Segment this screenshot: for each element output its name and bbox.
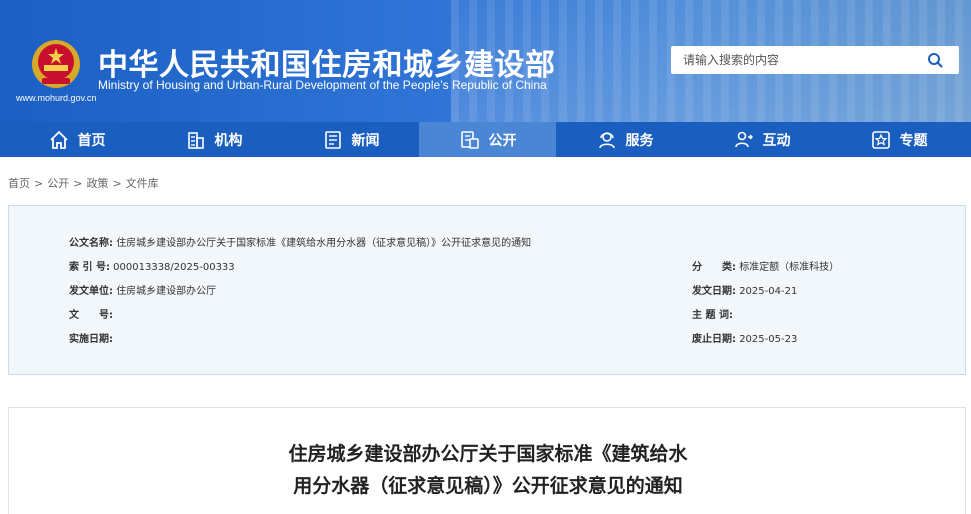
site-subtitle: Ministry of Housing and Urban-Rural Deve…	[98, 78, 547, 92]
meta-issuer: 发文单位: 住房城乡建设部办公厅	[69, 282, 216, 297]
breadcrumb-home[interactable]: 首页	[8, 177, 30, 190]
meta-label: 主 题 词:	[692, 310, 733, 321]
search-box	[671, 46, 959, 74]
meta-value: 标准定额（标准科技）	[739, 262, 840, 273]
nav-item-news[interactable]: 新闻	[282, 122, 419, 157]
nav-label: 机构	[214, 132, 243, 149]
meta-label: 发文日期:	[692, 286, 736, 297]
meta-category: 分 类: 标准定额（标准科技）	[692, 258, 839, 273]
nav-label: 首页	[77, 132, 106, 149]
article-container: 住房城乡建设部办公厅关于国家标准《建筑给水 用分水器（征求意见稿）》公开征求意见…	[8, 407, 966, 514]
meta-label: 实施日期:	[69, 334, 113, 345]
meta-issue-date: 发文日期: 2025-04-21	[692, 282, 797, 297]
site-url: www.mohurd.gov.cn	[16, 93, 97, 103]
meta-effective-date: 实施日期:	[69, 330, 113, 345]
nav-label: 公开	[488, 132, 517, 149]
breadcrumb-separator: >	[34, 177, 44, 190]
service-icon	[598, 131, 615, 148]
article-title: 住房城乡建设部办公厅关于国家标准《建筑给水 用分水器（征求意见稿）》公开征求意见…	[9, 438, 967, 502]
nav-label: 服务	[625, 132, 654, 149]
nav-item-interaction[interactable]: 互动	[693, 122, 830, 157]
nav-label: 新闻	[351, 132, 380, 149]
meta-label: 发文单位:	[69, 286, 113, 297]
meta-doc-number: 文 号:	[69, 306, 113, 321]
meta-label: 分 类:	[692, 262, 736, 273]
breadcrumb-library[interactable]: 文件库	[126, 177, 159, 190]
meta-value: 住房城乡建设部办公厅关于国家标准《建筑给水用分水器（征求意见稿）》公开征求意见的…	[116, 238, 532, 249]
document-metadata-box: 公文名称: 住房城乡建设部办公厅关于国家标准《建筑给水用分水器（征求意见稿）》公…	[8, 205, 966, 375]
meta-deadline-date: 废止日期: 2025-05-23	[692, 330, 797, 345]
breadcrumb-separator: >	[73, 177, 83, 190]
nav-item-disclosure[interactable]: 公开	[419, 122, 556, 157]
meta-label: 公文名称:	[69, 238, 113, 249]
nav-item-organization[interactable]: 机构	[145, 122, 282, 157]
search-button[interactable]	[911, 46, 959, 74]
meta-label: 文 号:	[69, 310, 113, 321]
meta-value: 2025-05-23	[739, 334, 798, 345]
meta-label: 废止日期:	[692, 334, 736, 345]
meta-subject: 主 题 词:	[692, 306, 733, 321]
news-icon	[324, 130, 341, 149]
search-input[interactable]	[671, 46, 911, 74]
breadcrumb: 首页 > 公开 > 政策 > 文件库	[8, 175, 159, 191]
home-icon	[49, 130, 68, 149]
disclosure-icon	[460, 130, 479, 149]
meta-value: 住房城乡建设部办公厅	[116, 286, 217, 297]
main-nav: 首页 机构 新闻 公开 服务 互动 专题	[0, 122, 971, 157]
meta-value: 000013338/2025-00333	[113, 262, 235, 273]
interaction-icon	[734, 131, 753, 147]
national-emblem-icon[interactable]	[28, 38, 84, 90]
meta-index: 索 引 号: 000013338/2025-00333	[69, 258, 235, 273]
article-title-line: 用分水器（征求意见稿）》公开征求意见的通知	[293, 475, 683, 497]
nav-label: 专题	[899, 132, 928, 149]
nav-label: 互动	[762, 132, 791, 149]
breadcrumb-disclosure[interactable]: 公开	[47, 177, 69, 190]
article-title-line: 住房城乡建设部办公厅关于国家标准《建筑给水	[288, 443, 688, 465]
meta-doc-name: 公文名称: 住房城乡建设部办公厅关于国家标准《建筑给水用分水器（征求意见稿）》公…	[69, 234, 531, 249]
meta-label: 索 引 号:	[69, 262, 110, 273]
site-header: www.mohurd.gov.cn 中华人民共和国住房和城乡建设部 Minist…	[0, 0, 971, 122]
nav-item-topic[interactable]: 专题	[830, 122, 967, 157]
topic-star-icon	[871, 130, 890, 149]
building-icon	[187, 131, 204, 149]
breadcrumb-policy[interactable]: 政策	[86, 177, 108, 190]
nav-item-service[interactable]: 服务	[556, 122, 693, 157]
meta-value: 2025-04-21	[739, 286, 798, 297]
breadcrumb-separator: >	[112, 177, 122, 190]
search-icon	[928, 53, 943, 68]
nav-item-home[interactable]: 首页	[8, 122, 145, 157]
